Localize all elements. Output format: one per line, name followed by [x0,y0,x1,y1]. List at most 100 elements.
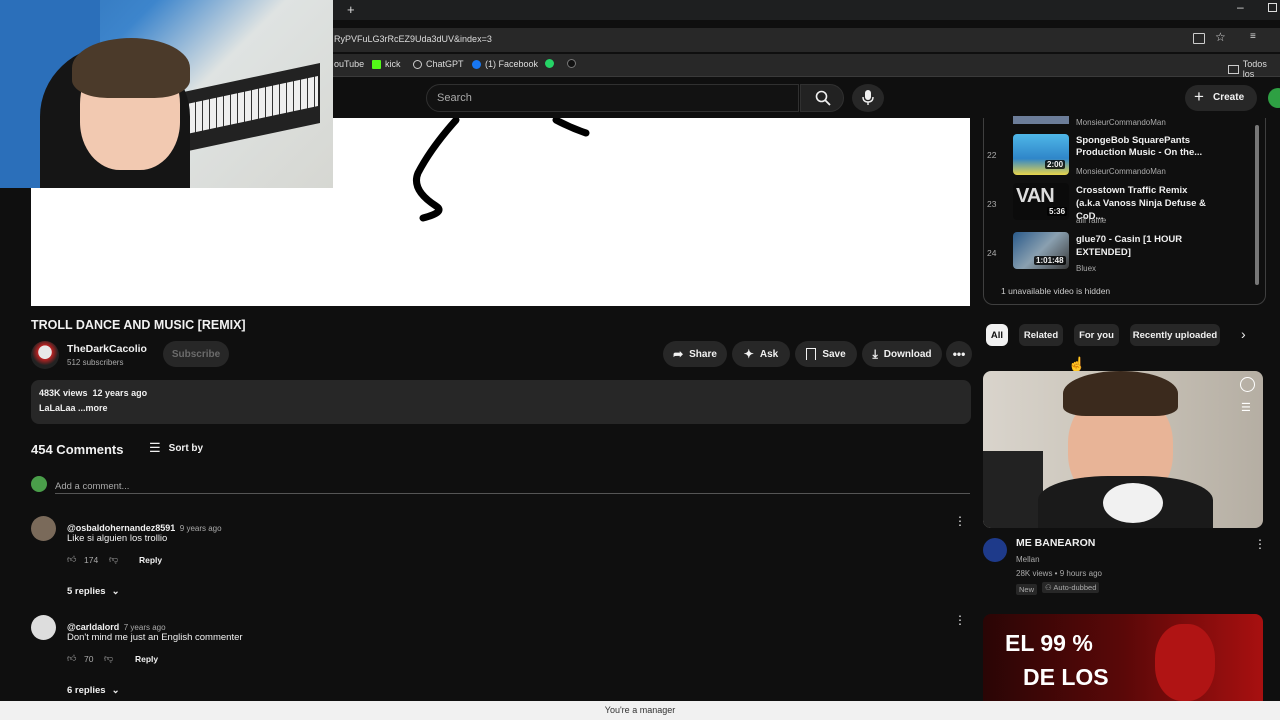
user-avatar [31,476,47,492]
comment-time[interactable]: 7 years ago [124,623,166,632]
views-date: 483K views 12 years ago [39,388,148,398]
chevron-down-icon: ⌄ [111,685,120,696]
chip-recently-uploaded[interactable]: Recently uploaded [1130,324,1220,346]
chevron-right-icon[interactable]: › [1241,326,1246,342]
dislike-button[interactable]: 👎︎ [109,554,118,565]
all-bookmarks[interactable]: Todos los [1228,59,1280,79]
bookmark-youtube[interactable]: ouTube [334,59,364,69]
playlist-item[interactable]: 22 2:00 SpongeBob SquarePants Production… [987,134,1247,180]
chip-for-you[interactable]: For you [1074,324,1119,346]
video-menu-icon[interactable]: ⋮ [1254,537,1266,551]
chip-related[interactable]: Related [1019,324,1063,346]
avatar[interactable] [1268,88,1280,108]
dub-icon: ⚇ [1045,583,1052,592]
description-text[interactable]: LaLaLaa ...more [39,403,108,413]
add-to-queue-icon[interactable]: ☰ [1241,401,1251,414]
share-button[interactable]: ➦ Share [663,341,727,367]
bookmark-facebook[interactable]: (1) Facebook [472,59,538,69]
ask-button[interactable]: ✦ Ask [732,341,790,367]
search-input[interactable]: Search [426,84,799,112]
sort-label: Sort by [168,442,204,454]
star-icon[interactable]: ☆ [1215,30,1226,44]
new-badge: New [1016,584,1038,595]
download-button[interactable]: ⤓ Download [862,341,942,367]
chip-label: All [990,329,1004,341]
add-comment-input[interactable]: Add a comment... [55,476,970,494]
comment-menu-icon[interactable]: ⋮ [954,514,966,528]
like-button[interactable]: 👍︎ [67,554,76,565]
url-text[interactable]: RyPVFuLG3rRcEZ9Uda3dUV&index=3 [334,34,492,44]
chip-label: For you [1079,329,1114,341]
video-thumbnail[interactable]: ☰ [983,371,1263,528]
channel-avatar[interactable] [31,341,59,369]
thumbnail-text: EL 99 % [1005,630,1093,656]
restore-icon[interactable] [1268,3,1277,12]
chip-all[interactable]: All [986,324,1008,346]
thumbnail-text: DE LOS [1023,664,1109,690]
playlist-channel: alif raine [1076,216,1107,225]
dislike-button[interactable]: 👎︎ [104,653,113,664]
save-button[interactable]: Save [795,341,857,367]
recommended-channel[interactable]: Mellan [1016,555,1040,564]
playlist-item[interactable]: MonsieurCommandoMan [987,116,1247,130]
comment-time[interactable]: 9 years ago [180,524,222,533]
description-box[interactable]: 483K views 12 years ago LaLaLaa ...more [31,380,971,424]
channel-name[interactable]: TheDarkCacolio [67,343,147,355]
like-button[interactable]: 👍︎ [67,653,76,664]
subscribe-label: Subscribe [171,348,221,360]
chip-label: Related [1023,329,1059,341]
comment-text: Don't mind me just an English commenter [67,632,243,643]
video-thumbnail[interactable]: EL 99 % DE LOS [983,614,1263,701]
video-duration: 5:36 [1047,207,1068,216]
comment-author[interactable]: @carldalord [67,622,119,632]
facebook-icon [472,59,481,69]
microphone-icon [862,90,874,105]
comment-author[interactable]: @osbaldohernandez8591 [67,523,175,533]
create-label: Create [1213,92,1245,103]
chip-label: Recently uploaded [1132,329,1218,341]
replies-label: 5 replies [67,586,106,597]
like-count: 174 [84,555,99,565]
playlist-scrollbar[interactable] [1255,125,1259,285]
playlist-item[interactable]: 24 1:01:48 glue70 - Casin [1 HOUR EXTEND… [987,232,1247,278]
bookmark-label: (1) Facebook [485,59,539,69]
install-icon[interactable] [1193,33,1205,44]
comment-avatar[interactable] [31,615,56,640]
media-icon[interactable]: ≡ [1250,31,1256,42]
comment-avatar[interactable] [31,516,56,541]
search-button[interactable] [800,84,844,112]
video-duration: 2:00 [1045,160,1066,169]
create-button[interactable]: + Create [1185,85,1257,111]
download-label: Download [883,348,932,360]
watch-later-icon[interactable] [1240,377,1255,392]
comment-menu-icon[interactable]: ⋮ [954,613,966,627]
new-tab-icon[interactable]: + [347,2,355,17]
folder-icon [1228,64,1239,74]
minimize-icon[interactable]: – [1237,0,1244,14]
bookmark-chatgpt[interactable]: ChatGPT [413,59,464,69]
bookmark-label: ChatGPT [426,59,464,69]
subscribe-button[interactable]: Subscribe [163,341,229,367]
playlist-channel: MonsieurCommandoMan [1076,167,1166,176]
bookmark-label: ouTube [334,59,365,69]
channel-avatar[interactable] [983,538,1007,562]
replies-toggle[interactable]: 6 replies ⌄ [67,685,120,696]
reply-button[interactable]: Reply [139,555,162,565]
more-horizontal-icon: ••• [952,347,966,361]
more-actions-button[interactable]: ••• [946,341,972,367]
voice-search-button[interactable] [852,84,884,112]
replies-toggle[interactable]: 5 replies ⌄ [67,586,120,597]
subscriber-count: 512 subscribers [67,358,124,367]
reply-button[interactable]: Reply [135,654,158,664]
sort-icon: ☰ [149,440,161,455]
sort-by-button[interactable]: ☰ Sort by [149,440,203,456]
video-duration: 1:01:48 [1034,256,1066,265]
recommended-title[interactable]: ME BANEARON [1016,537,1095,549]
bookmark-whatsapp[interactable] [545,59,554,68]
bookmark-kick[interactable]: kick [372,59,401,69]
playlist-index: 22 [987,150,997,160]
bookmark-tiktok[interactable] [567,59,576,68]
video-thumbnail [1013,116,1069,124]
recommended-meta: 28K views • 9 hours ago [1016,569,1102,578]
playlist-item[interactable]: 23 VAN 5:36 Crosstown Traffic Remix (a.k… [987,183,1247,229]
